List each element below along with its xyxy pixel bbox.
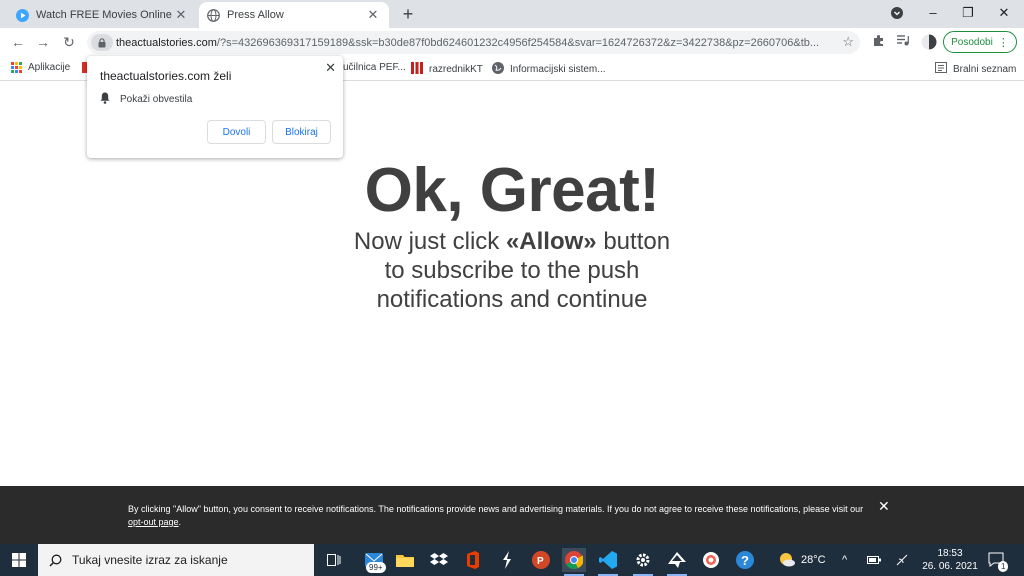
bookmark-label: Informacijski sistem... [510,64,606,75]
globe-icon [207,8,220,22]
tab-close-icon[interactable]: ✕ [173,7,189,23]
clock-time: 18:53 [937,548,963,559]
update-label: Posodobi [951,36,993,48]
tab-strip: Watch FREE Movies Online & Tv S ✕ Press … [0,0,1024,28]
close-window-button[interactable]: ✕ [994,4,1014,22]
instruction-line-3: notifications and continue [376,286,648,313]
help-icon[interactable]: ? [733,548,757,572]
url-path: /?s=432696369317159189&ssk=b30de87f0bd62… [216,36,820,49]
vscode-icon[interactable] [596,548,620,576]
new-tab-button[interactable]: + [398,4,418,24]
system-clock[interactable]: 18:53 26. 06. 2021 [920,547,980,573]
mail-app-icon[interactable]: 99+ [362,548,386,573]
start-button[interactable] [0,544,38,576]
bookmark-label: Aplikacije [28,62,71,73]
windows-logo-icon [12,553,26,567]
consent-end: . [178,517,182,527]
bookmark-page-icon [411,62,423,77]
reading-list[interactable]: Bralni seznam [935,62,1016,76]
instruction-text: Now just click [353,228,506,255]
tray-chevron-icon[interactable]: ^ [842,544,847,576]
bookmark-ucilnica[interactable]: učilnica PEF... [343,62,406,73]
url-domain: theactualstories.com [116,36,217,49]
forward-button[interactable]: → [34,33,52,51]
consent-text: By clicking "Allow" button, you consent … [128,503,868,529]
popup-title: theactualstories.com želi [100,69,232,83]
bookmark-informacijski[interactable]: Informacijski sistem... [492,62,606,77]
task-view-icon[interactable] [322,548,346,572]
consent-banner: By clicking "Allow" button, you consent … [0,486,1024,544]
brave-icon[interactable] [699,548,723,572]
reading-list-label: Bralni seznam [953,63,1017,75]
bookmark-label: učilnica PEF... [343,62,406,73]
reading-list-icon [935,62,947,76]
office-icon[interactable] [461,548,485,572]
instruction-text: button [596,228,671,255]
popup-request-row: Pokaži obvestila [100,92,192,107]
opt-out-link[interactable]: opt-out page [128,517,179,527]
address-bar[interactable]: theactualstories.com/?s=4326963693171591… [87,31,860,54]
update-button[interactable]: Posodobi ⋮ [943,31,1017,53]
chrome-icon[interactable] [562,548,586,576]
page-instructions: Now just click «Allow» button to subscri… [312,227,712,314]
instruction-line-2: to subscribe to the push [384,257,640,284]
minimize-button[interactable]: – [923,4,943,22]
media-control-icon[interactable] [895,34,911,50]
bookmark-razrednik[interactable]: razrednikKT [411,62,483,77]
extensions-icon[interactable] [870,34,886,50]
dropbox-icon[interactable] [427,548,451,572]
weather-temp: 28°C [801,554,826,566]
globe-icon [492,62,504,77]
file-explorer-icon[interactable] [393,548,417,572]
url-text: theactualstories.com/?s=4326963693171591… [116,37,860,49]
tab-close-icon[interactable]: ✕ [365,7,381,23]
reload-button[interactable]: ↻ [60,33,78,51]
tab-press-allow[interactable]: Press Allow ✕ [199,2,389,28]
back-button[interactable]: ← [9,33,27,51]
page-headline: Ok, Great! [364,156,660,225]
allow-emphasis: «Allow» [505,228,597,255]
search-placeholder: Tukaj vnesite izraz za iskanje [72,553,228,567]
svg-text:P: P [537,556,544,567]
allow-button[interactable]: Dovoli [207,120,266,144]
settings-gear-icon[interactable] [631,548,655,576]
windows-taskbar: Tukaj vnesite izraz za iskanje 99+ P ? 2… [0,544,1024,576]
bookmark-apps[interactable]: Aplikacije [11,62,70,73]
tab-title: Press Allow [227,9,284,21]
notification-permission-popup: theactualstories.com želi ✕ Pokaži obves… [87,56,343,158]
consent-close-icon[interactable]: ✕ [878,498,890,515]
search-icon [49,554,62,567]
tab-title: Watch FREE Movies Online & Tv S [36,9,173,21]
consent-body: By clicking "Allow" button, you consent … [128,504,864,514]
bookmark-star-icon[interactable]: ☆ [842,34,854,50]
profile-avatar[interactable] [921,34,937,50]
lock-icon[interactable] [91,34,113,51]
bell-icon [100,92,110,107]
restore-button[interactable]: ❐ [958,4,978,22]
weather-widget[interactable]: 28°C [778,544,826,576]
bookmark-label: razrednikKT [429,64,483,75]
notification-count: 1 [998,561,1009,572]
sway-icon[interactable] [495,548,519,572]
browser-toolbar: ← → ↻ theactualstories.com/?s=4326963693… [0,28,1024,56]
network-icon[interactable] [895,544,909,576]
more-menu-icon: ⋮ [997,36,1009,49]
clock-date: 26. 06. 2021 [922,561,978,572]
instruction-line-1: Now just click «Allow» button [312,227,712,256]
weather-sun-icon [780,553,795,567]
inkscape-icon[interactable] [665,548,689,576]
apps-grid-icon [11,62,22,73]
battery-icon[interactable] [867,544,881,576]
svg-text:?: ? [741,553,749,568]
play-circle-icon [16,8,29,22]
tab-watch-movies[interactable]: Watch FREE Movies Online & Tv S ✕ [8,2,197,28]
block-button[interactable]: Blokiraj [272,120,331,144]
mail-badge: 99+ [366,562,386,573]
action-center-icon[interactable]: 1 [988,544,1009,576]
tab-search-icon[interactable] [887,4,907,24]
powerpoint-icon[interactable]: P [529,548,553,572]
popup-request-text: Pokaži obvestila [120,94,193,105]
taskbar-search[interactable]: Tukaj vnesite izraz za iskanje [38,544,314,576]
popup-close-icon[interactable]: ✕ [325,60,336,76]
